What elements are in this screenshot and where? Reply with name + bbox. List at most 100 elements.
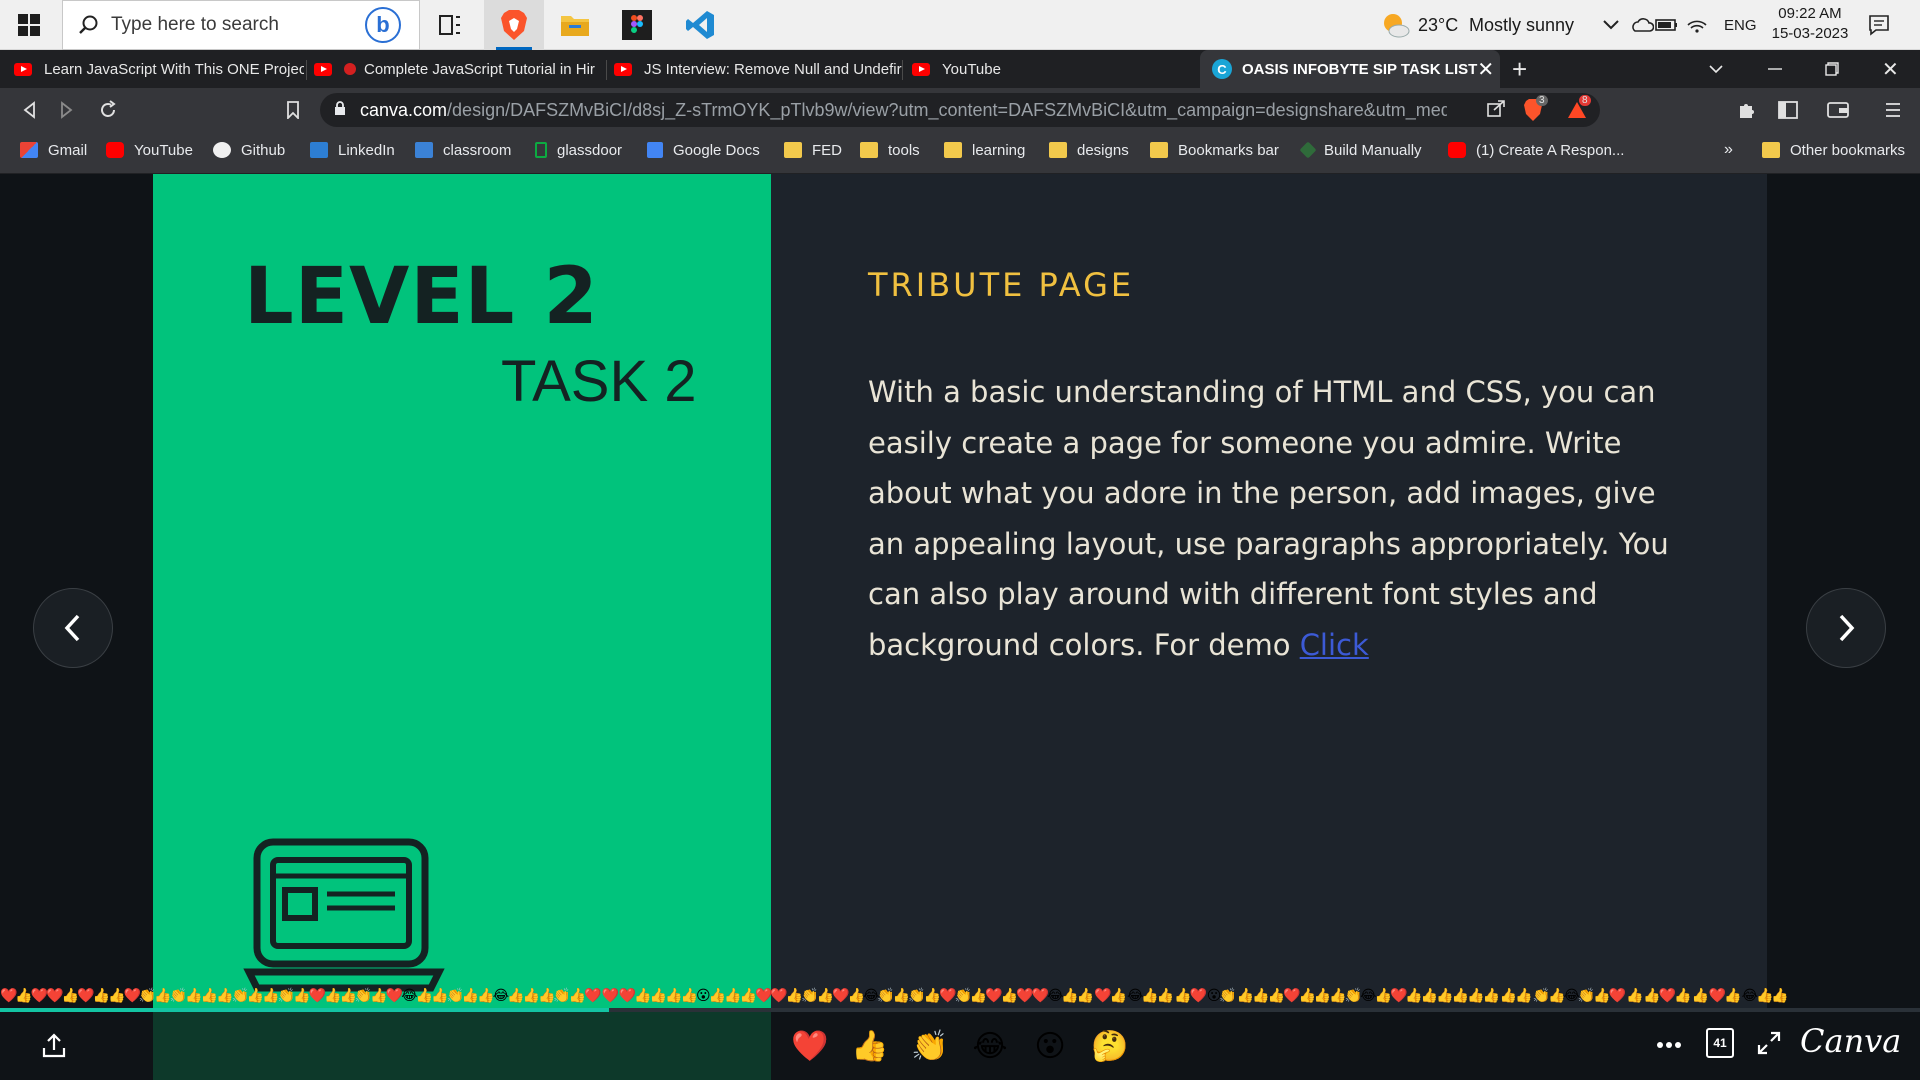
presentation-controls: ❤️ 👍 👏 😂 😮 🤔 41 Canva [0,1008,1920,1080]
canva-logo[interactable]: Canva [1800,1022,1901,1060]
docs-icon [647,142,663,158]
figma-icon[interactable] [620,8,654,42]
bookmarks-overflow-button[interactable]: » [1724,132,1733,168]
share-icon[interactable] [1486,99,1506,122]
tab-title: JS Interview: Remove Null and Undefir [644,60,902,78]
bookmark-folder-tools[interactable]: tools [860,132,920,168]
tab-search-icon[interactable] [1708,50,1732,88]
more-options-icon[interactable] [1656,1036,1682,1054]
reaction-surprised-button[interactable]: 😮 [1030,1026,1070,1066]
close-window-icon[interactable]: ✕ [1882,50,1902,88]
bookmark-other[interactable]: Other bookmarks [1762,132,1905,168]
url-domain: canva.com [360,99,448,120]
weather-icon[interactable] [1378,8,1412,42]
restore-icon[interactable] [1825,50,1845,88]
windows-start-icon[interactable] [18,14,40,36]
reactions-stream: ❤️👍❤️❤️👍❤️👍👍❤️👏👍👏👍👍👍👏👍👍👏👍❤️👍👍👏👍❤️😂👍👍👏👍👍😂… [0,987,1789,1003]
gmail-icon [20,142,38,158]
bing-icon[interactable]: b [365,7,401,43]
bookmark-linkedin[interactable]: LinkedIn [310,132,395,168]
extensions-icon[interactable] [1732,88,1762,132]
bookmark-folder-designs[interactable]: designs [1049,132,1129,168]
bookmark-glassdoor[interactable]: glassdoor [535,132,622,168]
file-explorer-icon[interactable] [558,8,592,42]
tab-title: Learn JavaScript With This ONE Projec [44,60,304,78]
browser-tab[interactable]: Learn JavaScript With This ONE Projec [14,50,304,88]
next-slide-button[interactable] [1806,588,1886,668]
language-indicator[interactable]: ENG [1724,0,1757,50]
chevron-up-tray-icon[interactable] [1594,8,1628,42]
youtube-icon [14,62,32,76]
reaction-thinking-button[interactable]: 🤔 [1090,1026,1130,1066]
lock-icon [334,100,346,121]
reaction-heart-button[interactable]: ❤️ [790,1026,830,1066]
reaction-clap-button[interactable]: 👏 [910,1026,950,1066]
vscode-icon[interactable] [683,8,717,42]
bookmark-label: YouTube [134,141,193,159]
bookmark-page-icon[interactable] [278,88,308,132]
clock-time: 09:22 AM [1778,5,1842,22]
reaction-laugh-button[interactable]: 😂 [970,1026,1010,1066]
browser-tab[interactable]: JS Interview: Remove Null and Undefir [614,50,904,88]
shields-badge: 3 [1536,95,1548,106]
bookmark-gmail[interactable]: Gmail [20,132,87,168]
bookmark-google-docs[interactable]: Google Docs [647,132,760,168]
share-export-icon[interactable] [40,1032,68,1065]
rewards-badge: 8 [1579,95,1591,106]
folder-icon [944,142,962,158]
level-title: LEVEL 2 [244,252,599,342]
brave-rewards-icon[interactable]: 8 [1562,88,1592,132]
browser-tab[interactable]: YouTube [912,50,1192,88]
bookmark-label: glassdoor [557,141,623,159]
battery-icon[interactable] [1650,8,1684,42]
sidebar-icon[interactable] [1773,88,1803,132]
slide-right-panel: TRIBUTE PAGE With a basic understanding … [771,174,1767,1008]
chevron-right-icon [1839,614,1855,642]
close-tab-icon[interactable]: ✕ [1477,57,1494,82]
bookmark-folder-fed[interactable]: FED [784,132,842,168]
notifications-icon[interactable] [1862,8,1896,42]
brave-browser-icon[interactable] [497,8,531,42]
bookmark-create-response[interactable]: (1) Create A Respon... [1448,132,1624,168]
wifi-icon[interactable] [1680,8,1714,42]
previous-slide-button[interactable] [33,588,113,668]
bookmark-label: Gmail [48,141,88,159]
bookmark-build-manually[interactable]: Build Manually [1299,132,1422,168]
bookmark-label: Build Manually [1324,141,1422,159]
progress-track[interactable] [0,1008,1920,1012]
clock[interactable]: 09:22 AM 15-03-2023 [1760,4,1860,44]
bookmark-folder-bookmarks-bar[interactable]: Bookmarks bar [1150,132,1279,168]
weather-temp[interactable]: 23°C [1418,0,1458,50]
task-view-icon[interactable] [433,8,467,42]
minimize-icon[interactable] [1768,50,1788,88]
new-tab-button[interactable]: + [1512,50,1542,88]
back-icon[interactable] [14,88,44,132]
weather-condition[interactable]: Mostly sunny [1469,0,1574,50]
bookmark-label: designs [1077,141,1129,159]
fullscreen-icon[interactable] [1756,1030,1782,1061]
bookmark-label: Google Docs [673,141,760,159]
reaction-thumbs-up-button[interactable]: 👍 [850,1026,890,1066]
browser-tab[interactable]: Complete JavaScript Tutorial in Hir [314,50,604,88]
taskbar-search-input[interactable] [111,14,361,36]
page-count-button[interactable]: 41 [1706,1028,1734,1058]
brave-shields-icon[interactable]: 3 [1518,88,1548,132]
demo-link[interactable]: Click [1300,628,1369,662]
bookmark-folder-learning[interactable]: learning [944,132,1025,168]
forward-icon[interactable] [52,88,82,132]
reload-icon[interactable] [93,88,123,132]
presentation-stage: LEVEL 2 TASK 2 TRIBUTE PAGE With a basic… [0,174,1920,1008]
slide-body-copy: With a basic understanding of HTML and C… [868,375,1669,662]
wallet-icon[interactable] [1823,88,1853,132]
bookmark-github[interactable]: Github [213,132,285,168]
linkedin-icon [310,142,328,158]
bookmark-youtube[interactable]: YouTube [106,132,193,168]
folder-icon [1150,142,1168,158]
address-bar[interactable]: canva.com /design/DAFSZMvBiCI/d8sj_Z-sTr… [320,93,1600,127]
tribute-heading: TRIBUTE PAGE [868,266,1135,304]
folder-icon [860,142,878,158]
menu-icon[interactable] [1878,88,1908,132]
tab-title: OASIS INFOBYTE SIP TASK LIST [1242,60,1478,78]
browser-tab-active[interactable]: C OASIS INFOBYTE SIP TASK LIST ✕ [1200,50,1500,88]
bookmark-classroom[interactable]: classroom [415,132,511,168]
